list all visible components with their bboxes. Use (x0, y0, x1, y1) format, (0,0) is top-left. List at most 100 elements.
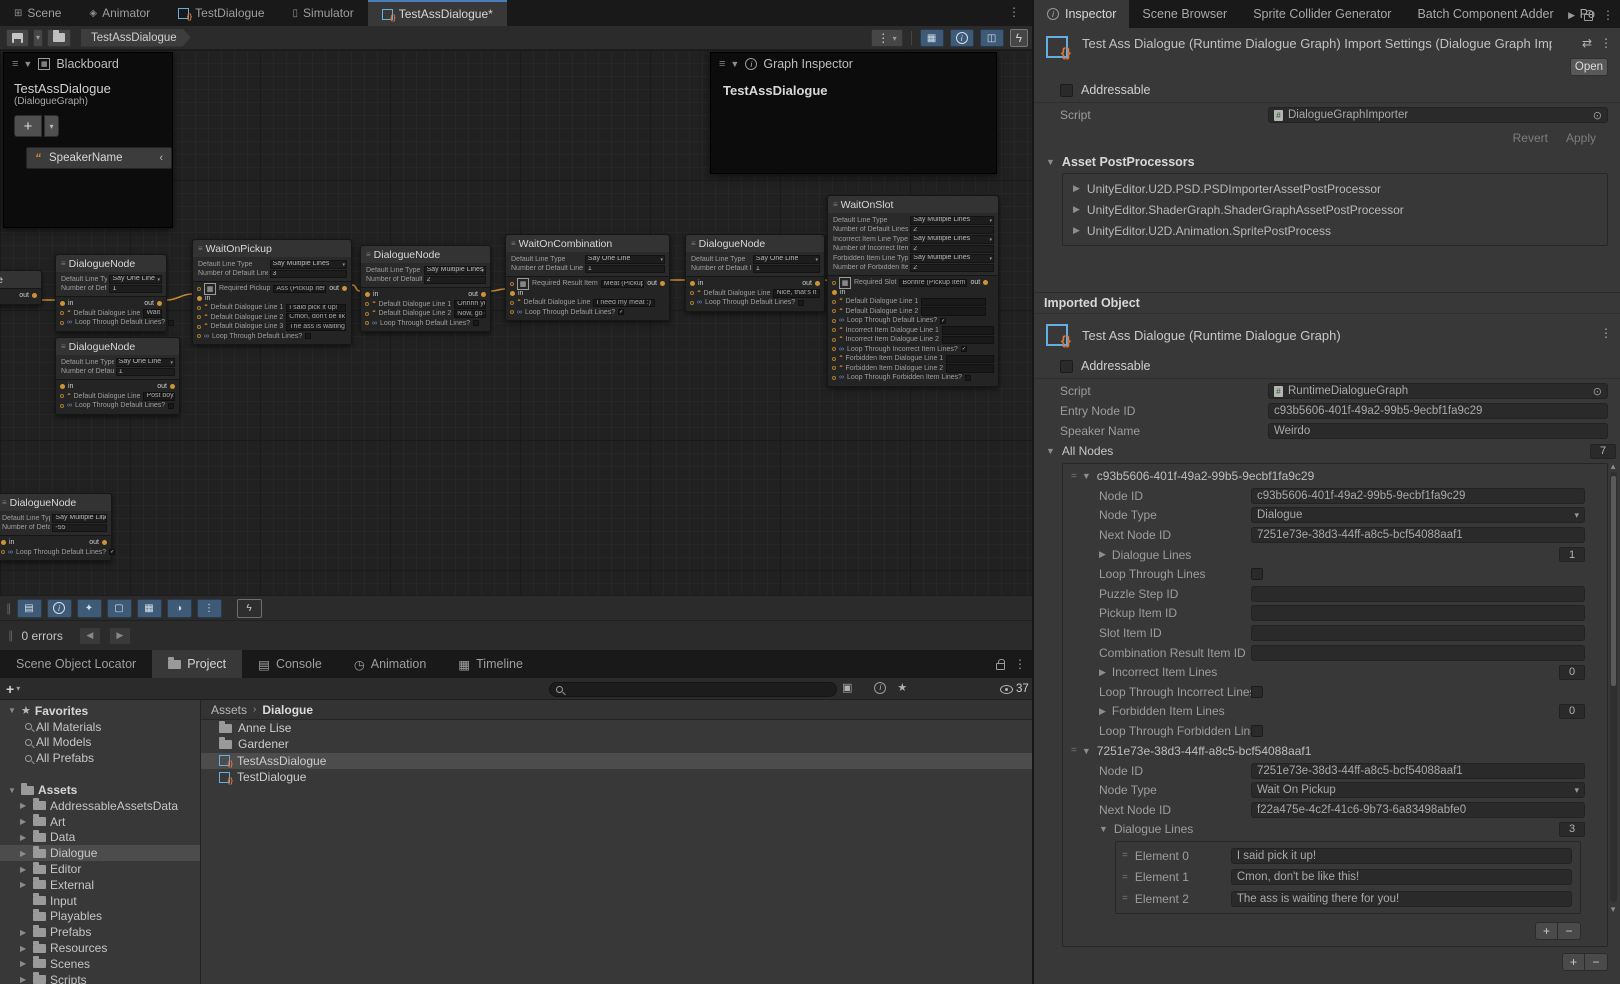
favorite-item-all-materials[interactable]: All Materials (0, 719, 200, 735)
element-field[interactable]: The ass is waiting there for you! (1231, 891, 1572, 907)
foldout-closed-icon[interactable]: ▶ (20, 975, 29, 984)
input-port[interactable] (197, 334, 201, 338)
property-field[interactable] (1251, 605, 1585, 621)
foldout-closed-icon[interactable]: ▶ (20, 801, 29, 810)
editor-tab-scene[interactable]: ⊞Scene (0, 0, 75, 26)
foldout-closed-icon[interactable]: ▶ (20, 833, 29, 842)
graph-node-dialoguenode[interactable]: ≡DialogueNodeDefault Line TypeSay Multip… (0, 493, 112, 561)
foldout-closed-icon[interactable]: ▶ (20, 944, 29, 953)
foldout-label[interactable]: ▼Dialogue Lines (1099, 822, 1251, 836)
foldout-label[interactable]: ▶Forbidden Item Lines (1099, 704, 1251, 718)
property-dropdown[interactable]: Say Multiple Lines (52, 514, 107, 523)
output-port[interactable] (815, 281, 820, 286)
node-title-bar[interactable]: ≡DialogueNode (56, 338, 179, 355)
loop-checkbox[interactable] (965, 375, 971, 381)
graph-node-waitonpickup[interactable]: ≡WaitOnPickupDefault Line TypeSay Multip… (192, 239, 352, 345)
input-port[interactable] (510, 282, 514, 286)
loop-checkbox[interactable]: ✓ (618, 309, 624, 315)
foldout-closed-icon[interactable]: ▶ (1099, 549, 1106, 560)
output-port[interactable] (481, 292, 486, 297)
graph-node-dialoguenode[interactable]: ≡DialogueNodeDefault Line TypeSay Multip… (360, 245, 491, 332)
property-field[interactable]: 2 (424, 276, 486, 285)
drag-handle-icon[interactable]: ≡ (719, 58, 724, 70)
foldout-label[interactable]: ▶Incorrect Item Lines (1099, 665, 1251, 679)
loop-checkbox[interactable] (168, 320, 174, 326)
blackboard-toggle[interactable]: ▦ (920, 29, 944, 47)
blackboard-property[interactable]: “ SpeakerName ‹ (26, 147, 172, 169)
inspector-tab-scene-browser[interactable]: Scene Browser (1129, 0, 1240, 28)
property-dropdown[interactable]: Say Multiple Lines (424, 266, 486, 275)
foldout-closed-icon[interactable]: ▶ (1073, 204, 1080, 215)
previous-error-button[interactable]: ◀ (79, 627, 101, 645)
property-field[interactable] (1251, 645, 1585, 661)
bottom-tab-timeline[interactable]: ▦Timeline (442, 650, 539, 678)
line-field[interactable]: The ass is waiting there for (286, 323, 346, 332)
element-field[interactable]: Cmon, don't be like this! (1231, 869, 1572, 885)
input-port[interactable] (365, 302, 369, 306)
input-port[interactable] (832, 281, 836, 285)
input-port[interactable] (365, 321, 369, 325)
graph-node-waitoncombination[interactable]: ≡WaitOnCombinationDefault Line TypeSay O… (505, 234, 670, 321)
input-port[interactable] (197, 306, 201, 310)
property-dropdown[interactable]: Say Multiple Lines (270, 260, 347, 269)
property-field[interactable]: -55 (52, 524, 107, 533)
input-port[interactable] (832, 309, 836, 313)
scroll-up-icon[interactable]: ▲ (1609, 462, 1617, 471)
node-title-bar[interactable]: ≡DialogueNode (56, 255, 166, 272)
loop-checkbox[interactable] (305, 333, 311, 339)
foldout-closed-icon[interactable]: ▶ (1073, 183, 1080, 194)
foldout-open-icon[interactable]: ▼ (1082, 471, 1091, 481)
input-port[interactable] (60, 384, 65, 389)
node-group-header[interactable]: =▼c93b5606-401f-49a2-99b5-9ecbf1fa9c29 (1063, 466, 1607, 486)
folder-item-resources[interactable]: ▶Resources (0, 940, 200, 956)
show-in-project-button[interactable] (47, 29, 71, 47)
node-title-bar[interactable]: ≡WaitOnPickup (193, 240, 351, 257)
node-menu-icon[interactable]: ≡ (691, 239, 695, 248)
tab-strip-menu-icon[interactable]: ⋮ (1008, 5, 1020, 19)
file-item-testdialogue[interactable]: TestDialogue (201, 769, 1032, 785)
tab-overflow-icon[interactable]: ▶ (1568, 10, 1575, 21)
window-button[interactable]: ▢ (107, 599, 132, 618)
node-title-bar[interactable]: ≡WaitOnCombination (506, 235, 669, 252)
drag-handle-icon[interactable]: = (1122, 893, 1127, 904)
input-port[interactable] (690, 281, 695, 286)
object-field[interactable]: Meat (Pickup Item Data) (601, 280, 645, 289)
drag-handle-icon[interactable]: = (1122, 850, 1127, 861)
bottom-tab-animation[interactable]: ◷Animation (338, 650, 443, 678)
property-field[interactable]: 1 (753, 265, 820, 274)
postprocessor-item[interactable]: ▶UnityEditor.U2D.PSD.PSDImporterAssetPos… (1063, 178, 1607, 199)
script-field[interactable]: # RuntimeDialogueGraph ⊙ (1268, 383, 1608, 399)
loop-checkbox[interactable]: ✓ (109, 549, 115, 555)
input-port[interactable] (832, 328, 836, 332)
property-dropdown[interactable]: Say One Line (753, 255, 820, 264)
editor-tab-simulator[interactable]: ▯Simulator (279, 0, 368, 26)
property-field[interactable]: 7251e73e-38d3-44ff-a8c5-bcf54088aaf1 (1251, 527, 1585, 543)
bottom-tab-scene-object-locator[interactable]: Scene Object Locator (0, 650, 152, 678)
line-field[interactable]: Nice, that's it (773, 289, 820, 298)
input-port[interactable] (832, 357, 836, 361)
input-port[interactable] (832, 300, 836, 304)
play-button[interactable]: ◑ (167, 599, 192, 618)
graph-node-startnode[interactable]: ≡StartNodeSpeakerNameout (0, 270, 42, 305)
property-dropdown[interactable]: Say One Line (585, 255, 665, 264)
nodes-scrollbar[interactable] (1610, 472, 1617, 902)
chevron-left-icon[interactable]: ‹ (159, 152, 163, 164)
object-picker-icon[interactable]: ⊙ (1593, 109, 1602, 122)
favorites-icon[interactable]: ★ (897, 681, 907, 694)
input-port[interactable] (1, 550, 5, 554)
output-port[interactable] (170, 384, 175, 389)
entry-node-id-field[interactable]: c93b5606-401f-49a2-99b5-9ecbf1fa9c29 (1268, 403, 1608, 419)
input-port[interactable] (60, 404, 64, 408)
input-port[interactable] (832, 347, 836, 351)
breadcrumb-root[interactable]: Assets (211, 703, 247, 717)
property-checkbox[interactable] (1251, 725, 1263, 737)
graph-node-dialoguenode[interactable]: ≡DialogueNodeDefault Line TypeSay One Li… (685, 234, 825, 312)
drag-handle-icon[interactable]: = (1071, 745, 1076, 756)
element-field[interactable]: I said pick it up! (1231, 848, 1572, 864)
scrollbar-thumb[interactable] (1611, 476, 1616, 686)
object-field[interactable]: Ass (Pickup Item Data) (273, 285, 326, 294)
line-field[interactable]: I need my meat :) (593, 299, 655, 308)
input-port[interactable] (197, 325, 201, 329)
bottom-tab-console[interactable]: ▤Console (242, 650, 338, 678)
connection-wire[interactable] (491, 289, 505, 291)
